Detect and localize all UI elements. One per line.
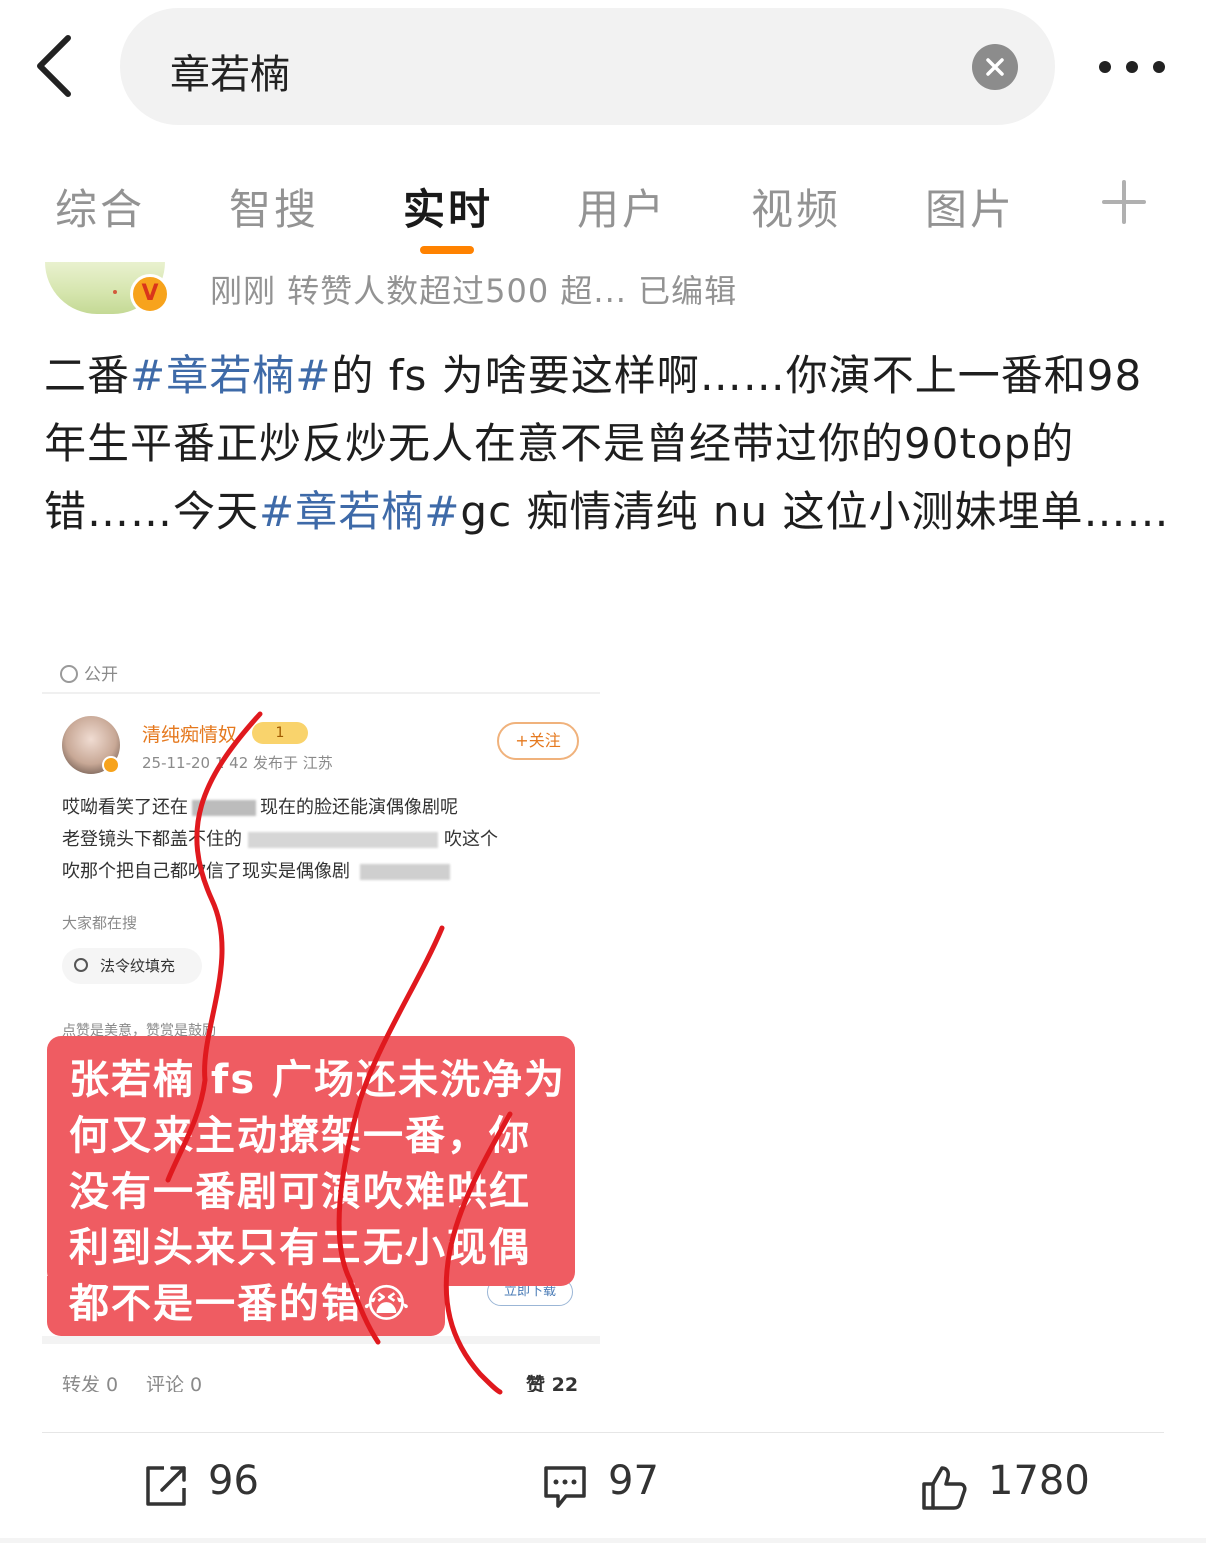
clear-search-icon[interactable]: [972, 44, 1018, 90]
back-arrow-icon[interactable]: [30, 34, 80, 98]
embedded-line: 吹那个把自己都吹信了现实是偶像剧: [62, 856, 582, 888]
action-divider: [42, 1432, 1164, 1433]
bottom-strip: [0, 1538, 1206, 1543]
repost-icon: [146, 1466, 186, 1506]
add-tab-icon[interactable]: [1102, 180, 1146, 224]
visibility-label: 公开: [60, 660, 118, 685]
post-text: 二番#章若楠#的 fs 为啥要这样啊……你演不上一番和98 年生平番正炒反炒无人…: [44, 342, 1174, 546]
visibility-text: 公开: [84, 665, 118, 685]
embedded-like-count: 赞 22: [526, 1374, 579, 1392]
like-count: 1780: [988, 1458, 1090, 1504]
comment-icon: [544, 1466, 586, 1508]
avatar-decoration: [113, 290, 117, 294]
tab-comprehensive[interactable]: 综合: [55, 176, 145, 237]
post-meta: 刚刚 转赞人数超过500 超... 已编辑: [210, 272, 738, 310]
globe-icon: [60, 665, 78, 683]
trending-chip: 法令纹填充: [62, 948, 202, 984]
topic-link[interactable]: #章若楠#: [130, 351, 331, 400]
post-text-part: 二番: [44, 351, 131, 400]
embedded-line: 老登镜头下都盖不住的 吹这个: [62, 824, 582, 856]
trending-chip-text: 法令纹填充: [100, 957, 176, 975]
censor-blur: [248, 832, 438, 848]
divider: [42, 1336, 600, 1344]
embedded-line-text: 现在的脸还能演偶像剧呢: [260, 797, 458, 818]
comment-button[interactable]: 97: [542, 1458, 682, 1514]
comment-count: 97: [608, 1458, 659, 1504]
embedded-line-text: 吹这个: [444, 829, 498, 850]
embedded-post-body: 哎呦看笑了还在 现在的脸还能演偶像剧呢 老登镜头下都盖不住的 吹这个 吹那个把自己都…: [62, 792, 582, 888]
post-header: V 刚刚 转赞人数超过500 超... 已编辑: [0, 258, 1206, 318]
trending-label: 大家都在搜: [62, 914, 138, 932]
post-text-part: gc 痴情清纯 nu 这位小测妹埋单……: [460, 487, 1170, 536]
like-button[interactable]: 1780: [920, 1458, 1100, 1514]
repost-button[interactable]: 96: [144, 1458, 284, 1514]
tab-smart-search[interactable]: 智搜: [229, 176, 319, 237]
overlay-text-card: 张若楠 fs 广场还未洗净为何又来主动撩架一番，你没有一番剧可演吹难哄红利到头来…: [47, 1036, 575, 1336]
embedded-level-badge: 1: [252, 722, 308, 744]
search-input[interactable]: 章若楠: [120, 8, 1055, 125]
embedded-line-text: 哎呦看笑了还在: [62, 797, 188, 818]
overlay-text: 张若楠 fs 广场还未洗净为何又来主动撩架一番，你没有一番剧可演吹难哄红利到头来…: [69, 1057, 567, 1327]
search-icon: [74, 958, 88, 972]
more-options-icon[interactable]: [1094, 54, 1170, 80]
verified-badge-icon: V: [130, 274, 170, 314]
embedded-follow-button: +关注: [497, 722, 579, 760]
top-bar: 章若楠: [0, 0, 1206, 135]
embedded-line-text: 老登镜头下都盖不住的: [62, 829, 242, 850]
repost-count: 96: [208, 1458, 259, 1504]
embedded-line: 哎呦看笑了还在 现在的脸还能演偶像剧呢: [62, 792, 582, 824]
embedded-comment-count: 评论 0: [146, 1374, 203, 1392]
search-tabs: 综合 智搜 实时 用户 视频 图片: [0, 160, 1206, 260]
embedded-verified-icon: [102, 756, 120, 774]
censor-blur: [192, 800, 256, 816]
topic-link[interactable]: #章若楠#: [259, 487, 460, 536]
embedded-date: 25-11-20 1 42 发布于 江苏: [142, 754, 333, 772]
tab-videos[interactable]: 视频: [751, 176, 841, 237]
tab-realtime[interactable]: 实时: [403, 176, 493, 237]
embedded-author-name: 清纯痴情奴: [142, 724, 238, 746]
censor-blur: [360, 864, 450, 880]
tab-images[interactable]: 图片: [925, 176, 1015, 237]
active-tab-indicator: [420, 246, 474, 254]
thumbs-up-icon: [922, 1466, 967, 1510]
divider: [42, 692, 600, 694]
embedded-repost-count: 转发 0: [62, 1374, 119, 1392]
tab-users[interactable]: 用户: [577, 176, 667, 237]
embedded-line-text: 吹那个把自己都吹信了现实是偶像剧: [62, 861, 350, 882]
search-query: 章若楠: [170, 52, 290, 98]
